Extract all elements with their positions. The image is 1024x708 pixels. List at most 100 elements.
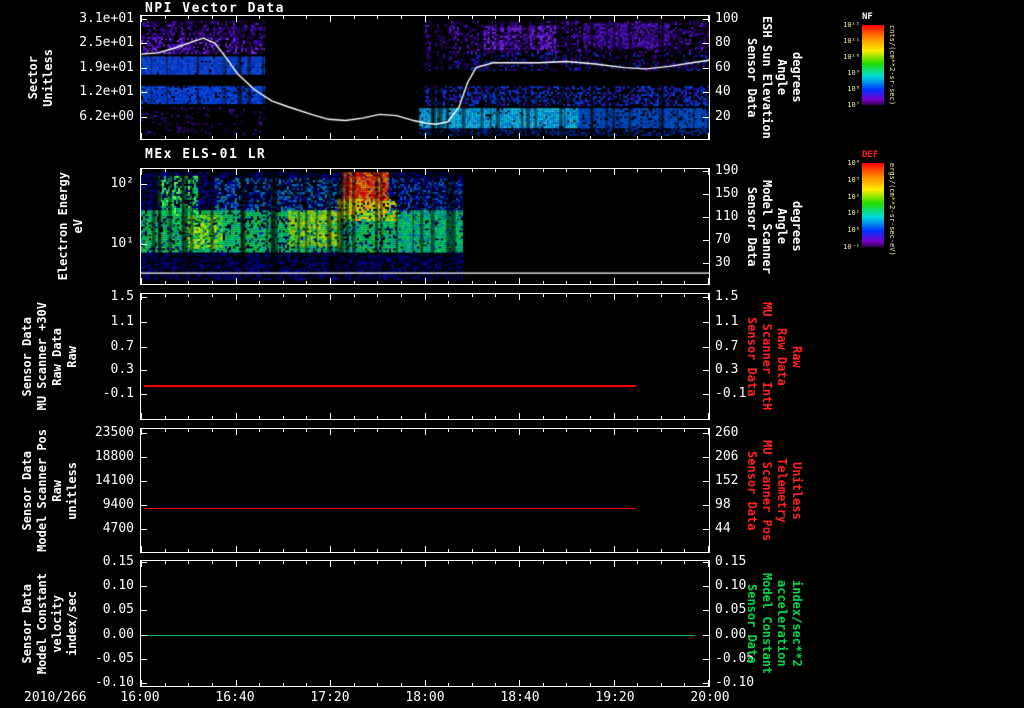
x-tick [542,169,544,172]
x-tick [495,416,497,419]
y-axis-label-line: Model Constant [35,572,49,675]
x-tick [566,429,568,432]
right-axis-tick-label: 0.3 [715,362,739,378]
x-tick [141,546,142,552]
x-tick [282,429,284,432]
x-tick [566,16,568,19]
x-tick [330,133,331,139]
x-tick [188,136,190,139]
y-axis-label-line: Raw [50,479,64,502]
x-tick [613,680,615,686]
y-tick [141,346,147,348]
y-axis-tick-label: 10² [110,175,134,191]
x-tick [637,549,639,552]
right-axis-tick-label: 1.5 [715,288,739,304]
colorbar-unit-label: ergs/(cm**2-sr-sec-eV) [888,163,896,256]
x-tick [495,561,497,564]
colorbar-tick-label: 10¹⁰ [843,53,860,61]
x-tick [306,294,308,297]
x-tick [330,429,331,435]
x-tick [708,546,709,552]
y-axis-tick-label: 1.1 [110,313,134,329]
right-axis-label-line: Sensor Data [745,316,759,397]
x-tick [471,294,473,297]
x-tick [353,561,355,564]
x-tick [566,281,568,284]
right-axis-tick-label: 0.7 [715,338,739,354]
y-axis-label-line: Unitless [41,48,55,107]
y-tick [703,585,709,587]
right-axis-label-els: Sensor Data Model Scanner Angle degrees [745,168,804,285]
x-tick [424,429,426,435]
x-tick [589,136,591,139]
x-tick [306,281,308,284]
y-axis-label-line: Electron Energy [56,172,70,281]
right-axis-tick-label: 0.10 [715,577,747,593]
right-axis-tick-label: 152 [715,472,739,488]
x-tick [660,549,662,552]
x-tick [519,278,520,284]
y-axis-label-line: Raw Data [50,327,64,386]
x-tick [306,416,308,419]
x-axis-time-label: 20:00 [690,690,730,705]
right-axis-label-line: MU Scanner Pos [760,439,774,542]
x-tick [589,429,591,432]
x-tick [377,683,379,686]
x-tick [330,561,331,567]
x-tick [188,281,190,284]
x-tick [519,546,520,552]
x-tick [330,680,331,686]
colorbar-tick-label: 10¹² [843,21,860,29]
x-tick [282,416,284,419]
x-tick [259,561,261,564]
y-axis-label-line: eV [71,219,85,234]
y-tick [703,659,709,660]
x-tick [637,683,639,686]
x-tick [519,133,520,139]
x-tick [471,136,473,139]
data-line-model-scanner-pos [143,507,637,510]
x-tick [542,136,544,139]
x-tick [613,429,615,435]
x-tick [353,136,355,139]
x-tick [519,16,520,22]
x-tick [448,683,450,686]
colorbar-tick-label: 10⁰ [847,226,860,235]
x-tick [471,281,473,284]
x-tick [259,416,261,419]
right-axis-label-line: Model Scanner [760,179,774,274]
x-tick [613,133,615,139]
x-tick [259,294,261,297]
x-tick [637,429,639,432]
right-axis-tick-label: 98 [715,497,731,513]
x-tick [684,683,686,686]
y-axis-tick-label: -0.1 [102,386,134,401]
y-axis-label-line: Model Scanner Pos [35,429,49,552]
right-axis-tick-label: 0.05 [715,602,747,617]
y-tick [141,394,147,395]
x-tick [164,169,166,172]
x-tick [684,281,686,284]
right-axis-label-line: Angle [775,59,789,96]
y-axis-label-line: Sector [26,55,40,100]
x-tick [495,136,497,139]
right-axis-tick-label: 60 [715,59,731,75]
x-tick [259,683,261,686]
y-tick [703,505,709,507]
x-tick [306,683,308,686]
right-axis-label-line: Sensor Data [745,583,759,664]
x-tick [424,413,426,419]
x-tick [448,136,450,139]
x-tick [353,416,355,419]
x-tick [589,281,591,284]
x-tick [471,429,473,432]
x-tick [377,416,379,419]
x-tick [211,429,213,432]
right-axis-label-line: Sensor Data [745,450,759,531]
x-tick [235,133,237,139]
x-tick [235,546,237,552]
plot-panel-npi [140,15,710,140]
x-tick [542,281,544,284]
y-axis-label-line: velocity [50,594,64,653]
x-tick [613,294,615,300]
